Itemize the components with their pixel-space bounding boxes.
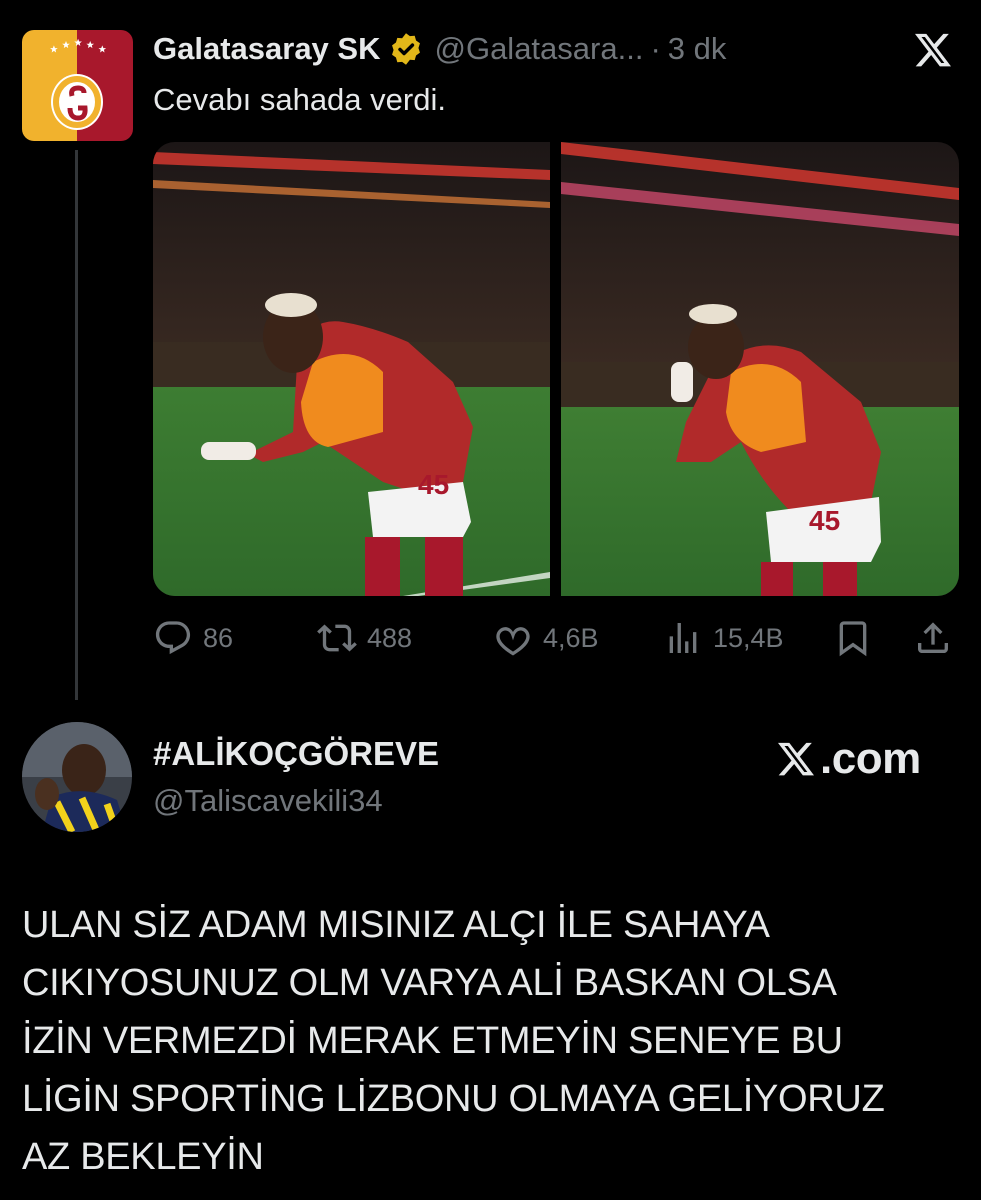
reply-author-display-name[interactable]: #ALİKOÇGÖREVE — [153, 735, 439, 773]
views-chart-icon — [669, 623, 697, 653]
reply-text-line: CIKIYOSUNUZ OLM VARYA ALİ BASKAN OLSA — [22, 962, 837, 1004]
thread-connector-line — [75, 150, 78, 700]
views-button[interactable]: 15,4B — [663, 612, 784, 664]
author-handle[interactable]: @Galatasara... — [434, 31, 643, 67]
reply-author-avatar[interactable] — [22, 722, 132, 832]
share-button[interactable] — [913, 612, 963, 664]
x-com-text: .com — [820, 734, 921, 783]
x-logo-icon — [778, 742, 814, 776]
tweet-timestamp[interactable]: 3 dk — [668, 31, 727, 67]
tweet-action-bar: 86 488 4,6B 15,4B — [153, 612, 953, 664]
share-upload-icon — [918, 622, 948, 653]
tweet-header: Galatasaray SK @Galatasara... · 3 dk — [153, 27, 726, 71]
reply-text-line: AZ BEKLEYİN — [22, 1136, 264, 1178]
reply-icon — [155, 621, 191, 655]
heart-icon — [496, 627, 530, 656]
jersey-number: 45 — [418, 469, 449, 500]
reply-count: 86 — [203, 622, 234, 653]
views-count: 15,4B — [713, 622, 784, 653]
author-display-name[interactable]: Galatasaray SK — [153, 31, 380, 67]
like-button[interactable]: 4,6B — [493, 612, 599, 664]
bookmark-button[interactable] — [833, 612, 883, 664]
repost-button[interactable]: 488 — [317, 612, 412, 664]
profile-photo-icon — [22, 722, 132, 832]
galatasaray-avatar[interactable] — [22, 30, 133, 141]
bookmark-icon — [839, 621, 867, 657]
photo-player-hands-to-face[interactable]: 45 — [561, 142, 959, 596]
x-logo-icon[interactable] — [912, 30, 954, 70]
separator-dot: · — [650, 31, 661, 66]
reply-button[interactable]: 86 — [153, 612, 233, 664]
like-count: 4,6B — [543, 622, 599, 653]
verified-badge-icon — [392, 33, 421, 65]
repost-count: 488 — [367, 622, 413, 653]
tweet-text: Cevabı sahada verdi. — [153, 82, 446, 117]
x-com-watermark: .com — [776, 734, 921, 784]
reply-tweet-text: ULAN SİZ ADAM MISINIZ ALÇI İLE SAHAYA CI… — [22, 896, 967, 1186]
galatasaray-crest-icon — [22, 30, 133, 141]
reply-text-line: İZİN VERMEZDİ MERAK ETMEYİN SENEYE BU — [22, 1020, 843, 1062]
reply-author-handle[interactable]: @Taliscavekili34 — [153, 783, 383, 819]
reply-text-line: LİGİN SPORTİNG LİZBONU OLMAYA GELİYORUZ — [22, 1078, 885, 1120]
reply-text-line: ULAN SİZ ADAM MISINIZ ALÇI İLE SAHAYA — [22, 904, 770, 946]
svg-text:45: 45 — [809, 505, 840, 536]
repost-icon — [317, 624, 357, 652]
tweet-media-grid: 45 45 — [153, 142, 959, 596]
photo-player-pointing[interactable]: 45 — [153, 142, 550, 596]
